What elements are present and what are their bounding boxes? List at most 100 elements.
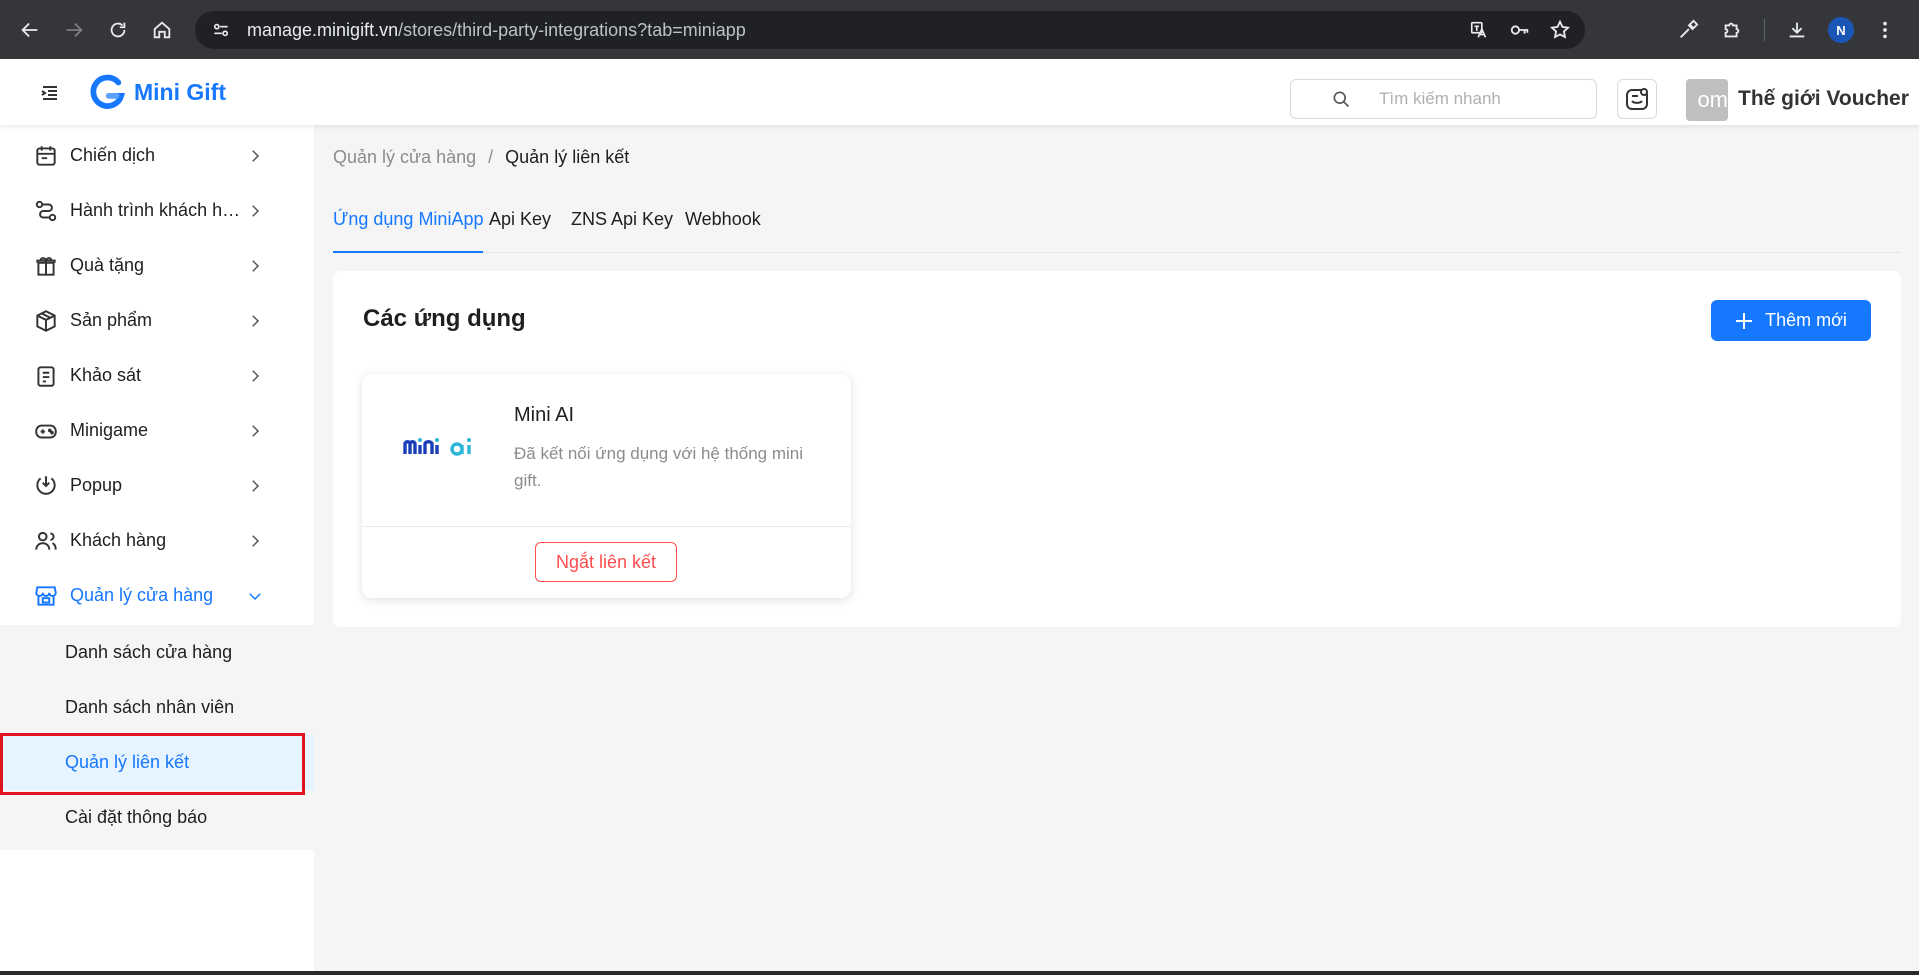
site-info-icon[interactable] (203, 15, 239, 45)
breadcrumb: Quản lý cửa hàng / Quản lý liên kết (333, 147, 629, 168)
submenu-item-store-list[interactable]: Danh sách cửa hàng (0, 625, 314, 680)
app-name: Mini AI (514, 404, 575, 426)
toolbar-divider (1764, 19, 1765, 41)
translate-icon[interactable] (1469, 19, 1491, 41)
profile-avatar: N (1828, 17, 1854, 43)
reload-button[interactable] (96, 8, 140, 52)
browser-toolbar: manage.minigift.vn/stores/third-party-in… (0, 0, 1919, 59)
submenu-item-label: Danh sách cửa hàng (65, 642, 233, 662)
chevron-right-icon (252, 259, 260, 272)
sidebar-item-label: Popup (70, 475, 123, 495)
sidebar-item-surveys[interactable]: Khảo sát (0, 348, 314, 403)
url-host: manage.minigift.vn (247, 19, 399, 40)
browser-menu-button[interactable] (1867, 12, 1903, 48)
sidebar-item-label: Chiến dịch (70, 145, 156, 165)
chevron-right-icon (252, 534, 260, 547)
submenu-item-label: Danh sách nhân viên (65, 697, 235, 717)
store-icon (35, 585, 57, 606)
sidebar-item-store-management[interactable]: Quản lý cửa hàng (0, 568, 314, 623)
plus-icon (1736, 312, 1753, 329)
apps-section-title: Các ứng dụng (363, 305, 526, 332)
eyedropper-button[interactable] (1670, 12, 1706, 48)
submenu-item-label: Cài đặt thông báo (65, 807, 208, 827)
main-content: Quản lý cửa hàng / Quản lý liên kết Ứng … (314, 125, 1919, 975)
tab-api-key[interactable]: Api Key (489, 209, 551, 253)
app-description: Đã kết nối ứng dụng với hệ thống mini gi… (514, 444, 804, 490)
arrow-right-icon (66, 22, 83, 37)
star-icon[interactable] (1549, 19, 1571, 41)
quick-search[interactable] (1290, 79, 1597, 119)
sidebar-item-products[interactable]: Sản phẩm (0, 293, 314, 348)
bottom-strip (0, 971, 1919, 975)
downloads-button[interactable] (1779, 12, 1815, 48)
breadcrumb-parent[interactable]: Quản lý cửa hàng (333, 147, 476, 168)
chevron-right-icon (252, 314, 260, 327)
add-new-label: Thêm mới (1765, 310, 1847, 330)
survey-icon (37, 365, 55, 387)
store-name[interactable]: Thế giới Voucher (1738, 87, 1909, 111)
profile-button[interactable]: N (1823, 12, 1859, 48)
url-path: /stores/third-party-integrations?tab=min… (398, 19, 746, 40)
sidebar-item-label: Quản lý cửa hàng (70, 585, 214, 605)
key-icon[interactable] (1509, 19, 1531, 41)
journey-icon (35, 200, 57, 221)
sidebar-item-label: Minigame (70, 420, 149, 440)
back-button[interactable] (8, 8, 52, 52)
submenu-item-staff-list[interactable]: Danh sách nhân viên (0, 680, 314, 735)
store-avatar[interactable]: om (1686, 79, 1728, 121)
add-new-button[interactable]: Thêm mới (1711, 300, 1871, 341)
chat-bot-icon (1626, 88, 1648, 110)
integration-tabs: Ứng dụng MiniApp Api Key ZNS Api Key Web… (333, 209, 1901, 253)
annotation-highlight-box (0, 733, 305, 795)
app-logo[interactable]: Mini Gift (88, 73, 226, 111)
box-icon (36, 309, 56, 332)
chevron-down-icon (249, 592, 261, 600)
sidebar-item-campaigns[interactable]: Chiến dịch (0, 128, 314, 183)
menu-fold-icon[interactable] (38, 81, 62, 105)
gift-icon (36, 256, 56, 276)
eyedropper-icon (1680, 19, 1699, 38)
gamepad-icon (35, 424, 57, 438)
kebab-menu-icon (1883, 21, 1887, 39)
address-bar[interactable]: manage.minigift.vn/stores/third-party-in… (195, 11, 1585, 49)
calendar-icon (36, 145, 56, 166)
home-button[interactable] (140, 8, 184, 52)
extensions-button[interactable] (1714, 12, 1750, 48)
support-button[interactable] (1617, 79, 1657, 119)
app-card-mini-ai: Mini AI Đã kết nối ứng dụng với hệ thống… (362, 374, 851, 598)
tab-zns-api-key[interactable]: ZNS Api Key (571, 209, 673, 253)
apps-card: Các ứng dụng Thêm mới Mini AI Đã kết nối… (333, 271, 1901, 627)
sidebar-item-label: Hành trình khách hàng (70, 200, 242, 220)
reload-icon (110, 22, 126, 37)
search-input[interactable] (1379, 89, 1579, 109)
users-icon (35, 531, 57, 550)
search-icon (1333, 91, 1350, 108)
breadcrumb-current: Quản lý liên kết (505, 147, 630, 167)
sidebar-item-customers[interactable]: Khách hàng (0, 513, 314, 568)
forward-button[interactable] (52, 8, 96, 52)
sidebar-item-popup[interactable]: Popup (0, 458, 314, 513)
mini-ai-logo-icon (403, 438, 471, 456)
avatar-text: om (1697, 87, 1728, 112)
sidebar-item-gifts[interactable]: Quà tặng (0, 238, 314, 293)
arrow-left-icon (21, 22, 38, 37)
tab-miniapp[interactable]: Ứng dụng MiniApp (333, 209, 484, 253)
chevron-right-icon (252, 149, 260, 162)
app-card-divider (362, 526, 851, 527)
submenu-item-notification-settings[interactable]: Cài đặt thông báo (0, 790, 314, 845)
sidebar-item-minigame[interactable]: Minigame (0, 403, 314, 458)
logo-text: Mini Gift (134, 78, 226, 105)
sidebar-item-label: Sản phẩm (70, 310, 153, 330)
breadcrumb-separator: / (488, 147, 494, 167)
chevron-right-icon (252, 424, 260, 437)
sidebar-item-label: Quà tặng (70, 255, 145, 275)
sidebar-item-label: Khảo sát (70, 365, 142, 385)
chevron-right-icon (252, 204, 260, 217)
sidebar-item-customer-journey[interactable]: Hành trình khách hàng (0, 183, 314, 238)
app-header: Mini Gift om Thế giới Voucher (0, 59, 1919, 125)
unlink-button[interactable]: Ngắt liên kết (535, 542, 677, 582)
sidebar: Chiến dịch Hành trình khách hàng Quà tặn… (0, 125, 314, 975)
minigift-logo-icon (90, 74, 126, 109)
tab-webhook[interactable]: Webhook (685, 209, 761, 253)
chevron-right-icon (252, 479, 260, 492)
